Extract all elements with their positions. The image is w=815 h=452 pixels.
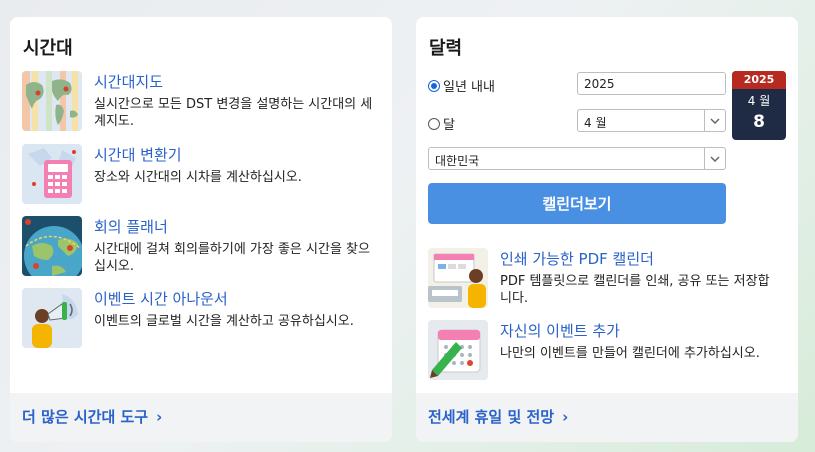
tool-meeting-planner[interactable]: 회의 플래너 시간대에 걸쳐 회의를하기에 가장 좋은 시간을 찾으십시오. bbox=[22, 216, 382, 280]
radio-unchecked-icon[interactable] bbox=[428, 117, 440, 130]
printer-calendar-icon bbox=[428, 248, 488, 308]
tool-description: 실시간으로 모든 DST 변경을 설명하는 시간대의 세계지도. bbox=[94, 97, 373, 129]
radio-checked-icon[interactable] bbox=[428, 79, 440, 92]
month-select-value: 4 월 bbox=[584, 116, 607, 130]
badge-day: 8 bbox=[753, 112, 765, 132]
calculator-icon bbox=[22, 144, 82, 204]
tool-title[interactable]: 시간대지도 bbox=[94, 71, 163, 92]
tool-description: 장소와 시간대의 시차를 계산하십시오. bbox=[94, 170, 302, 185]
calendar-card-footer: 전세계 휴일 및 전망 › bbox=[416, 393, 798, 442]
year-input[interactable]: 2025 bbox=[577, 72, 726, 95]
chevron-down-icon[interactable] bbox=[704, 110, 725, 131]
country-select[interactable]: 대한민국 bbox=[428, 147, 726, 170]
tool-add-your-events[interactable]: 자신의 이벤트 추가 나만의 이벤트를 만들어 캘린더에 추가하십시오. bbox=[428, 320, 788, 384]
today-calendar-badge: 2025 4 월 8 bbox=[732, 71, 786, 140]
tool-title[interactable]: 시간대 변환기 bbox=[94, 144, 182, 165]
tool-description: 이벤트의 글로벌 시간을 계산하고 공유하십시오. bbox=[94, 314, 354, 329]
tool-timezone-converter[interactable]: 시간대 변환기 장소와 시간대의 시차를 계산하십시오. bbox=[22, 144, 382, 208]
badge-year: 2025 bbox=[732, 71, 786, 89]
radio-whole-year[interactable]: 일년 내내 bbox=[428, 76, 495, 95]
timezone-card: 시간대 시간대지도 실시간으로 모든 DST 변경을 설명하는 시간대의 세계지… bbox=[10, 17, 392, 442]
more-timezone-tools-link[interactable]: 더 많은 시간대 도구 › bbox=[22, 406, 162, 427]
tool-printable-pdf-calendar[interactable]: 인쇄 가능한 PDF 캘린더 PDF 템플릿으로 캘린더를 인쇄, 공유 또는 … bbox=[428, 248, 788, 312]
world-holidays-link[interactable]: 전세계 휴일 및 전망 › bbox=[428, 406, 568, 427]
tool-event-time-announcer[interactable]: 이벤트 시간 아나운서 이벤트의 글로벌 시간을 계산하고 공유하십시오. bbox=[22, 288, 382, 352]
megaphone-icon bbox=[22, 288, 82, 348]
view-calendar-button[interactable]: 캘린더보기 bbox=[428, 183, 726, 224]
tool-title[interactable]: 자신의 이벤트 추가 bbox=[500, 320, 620, 341]
tool-description: 시간대에 걸쳐 회의를하기에 가장 좋은 시간을 찾으십시오. bbox=[94, 242, 370, 274]
tool-title[interactable]: 인쇄 가능한 PDF 캘린더 bbox=[500, 248, 654, 269]
calendar-pencil-icon bbox=[428, 320, 488, 380]
chevron-right-icon: › bbox=[562, 408, 569, 426]
month-select[interactable]: 4 월 bbox=[577, 109, 726, 132]
calendar-card-title: 달력 bbox=[429, 38, 463, 59]
radio-label: 일년 내내 bbox=[443, 80, 495, 95]
tool-description: PDF 템플릿으로 캘린더를 인쇄, 공유 또는 저장합니다. bbox=[500, 274, 770, 306]
globe-pins-icon bbox=[22, 216, 82, 276]
radio-label: 달 bbox=[443, 118, 455, 133]
link-label: 전세계 휴일 및 전망 bbox=[428, 408, 555, 426]
timezone-card-footer: 더 많은 시간대 도구 › bbox=[10, 393, 392, 442]
country-select-value: 대한민국 bbox=[435, 154, 480, 168]
chevron-down-icon[interactable] bbox=[704, 148, 725, 169]
link-label: 더 많은 시간대 도구 bbox=[22, 408, 149, 426]
chevron-right-icon: › bbox=[156, 408, 163, 426]
world-map-icon bbox=[22, 71, 82, 131]
tool-title[interactable]: 회의 플래너 bbox=[94, 216, 168, 237]
badge-month: 4 월 bbox=[747, 94, 771, 108]
calendar-card: 달력 일년 내내 달 2025 4 월 대한민국 2025 4 월 8 캘린더보… bbox=[416, 17, 798, 442]
radio-month[interactable]: 달 bbox=[428, 114, 455, 133]
tool-timezone-map[interactable]: 시간대지도 실시간으로 모든 DST 변경을 설명하는 시간대의 세계지도. bbox=[22, 71, 382, 135]
tool-title[interactable]: 이벤트 시간 아나운서 bbox=[94, 288, 228, 309]
timezone-card-title: 시간대 bbox=[23, 38, 73, 59]
tool-description: 나만의 이벤트를 만들어 캘린더에 추가하십시오. bbox=[500, 346, 760, 361]
